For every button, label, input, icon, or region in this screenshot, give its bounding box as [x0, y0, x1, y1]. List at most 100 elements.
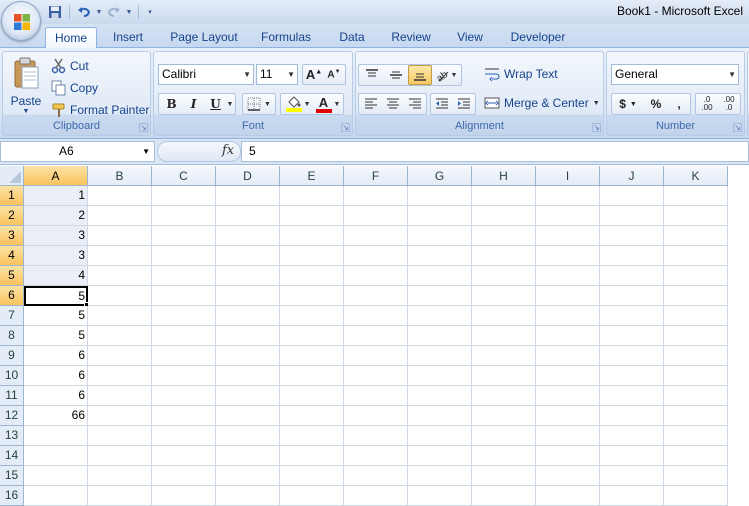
orientation-icon[interactable]: ab ▼: [432, 68, 460, 82]
number-dialog-launcher-icon[interactable]: ↘: [733, 123, 742, 132]
cell-c10[interactable]: [152, 366, 216, 386]
cell-f3[interactable]: [344, 226, 408, 246]
percent-button[interactable]: %: [644, 97, 668, 111]
cell-d11[interactable]: [216, 386, 280, 406]
cell-h6[interactable]: [472, 286, 536, 306]
cell-f12[interactable]: [344, 406, 408, 426]
cell-h4[interactable]: [472, 246, 536, 266]
cell-b3[interactable]: [88, 226, 152, 246]
row-header-7[interactable]: 7: [0, 306, 24, 326]
redo-dropdown-icon[interactable]: ▼: [125, 3, 133, 21]
cell-c5[interactable]: [152, 266, 216, 286]
cell-i7[interactable]: [536, 306, 600, 326]
cell-g13[interactable]: [408, 426, 472, 446]
cell-h11[interactable]: [472, 386, 536, 406]
cell-k3[interactable]: [664, 226, 728, 246]
align-top-icon[interactable]: [360, 68, 384, 82]
underline-button[interactable]: U: [205, 97, 227, 111]
wrap-text-button[interactable]: Wrap Text: [484, 66, 558, 82]
row-header-16[interactable]: 16: [0, 486, 24, 506]
cell-i5[interactable]: [536, 266, 600, 286]
cell-e5[interactable]: [280, 266, 344, 286]
italic-button[interactable]: I: [183, 97, 205, 111]
cell-k16[interactable]: [664, 486, 728, 506]
cell-b13[interactable]: [88, 426, 152, 446]
cell-i12[interactable]: [536, 406, 600, 426]
cell-f10[interactable]: [344, 366, 408, 386]
tab-home[interactable]: Home: [45, 27, 97, 48]
cell-k1[interactable]: [664, 186, 728, 206]
column-header-c[interactable]: C: [152, 166, 216, 186]
cell-a15[interactable]: [24, 466, 88, 486]
column-header-f[interactable]: F: [344, 166, 408, 186]
cell-k7[interactable]: [664, 306, 728, 326]
row-header-15[interactable]: 15: [0, 466, 24, 486]
undo-icon[interactable]: [75, 3, 93, 21]
cell-d5[interactable]: [216, 266, 280, 286]
cell-e2[interactable]: [280, 206, 344, 226]
font-name-combo[interactable]: Calibri ▼: [158, 64, 254, 85]
cell-d10[interactable]: [216, 366, 280, 386]
number-format-combo[interactable]: General ▼: [611, 64, 739, 85]
cell-b9[interactable]: [88, 346, 152, 366]
chevron-down-icon[interactable]: ▼: [304, 101, 311, 108]
cell-d1[interactable]: [216, 186, 280, 206]
cell-j12[interactable]: [600, 406, 664, 426]
cell-i3[interactable]: [536, 226, 600, 246]
column-header-b[interactable]: B: [88, 166, 152, 186]
cell-b11[interactable]: [88, 386, 152, 406]
cell-f11[interactable]: [344, 386, 408, 406]
cell-a4[interactable]: 3: [24, 246, 88, 266]
cell-h13[interactable]: [472, 426, 536, 446]
cell-f5[interactable]: [344, 266, 408, 286]
insert-function-icon[interactable]: fx: [222, 143, 234, 158]
cell-k10[interactable]: [664, 366, 728, 386]
cell-b8[interactable]: [88, 326, 152, 346]
tab-insert[interactable]: Insert: [106, 27, 150, 48]
bold-button[interactable]: B: [161, 97, 183, 111]
office-button[interactable]: [1, 1, 41, 41]
align-right-icon[interactable]: [404, 97, 426, 111]
cell-a12[interactable]: 66: [24, 406, 88, 426]
row-header-13[interactable]: 13: [0, 426, 24, 446]
cell-a14[interactable]: [24, 446, 88, 466]
cell-i10[interactable]: [536, 366, 600, 386]
cell-d8[interactable]: [216, 326, 280, 346]
cell-d2[interactable]: [216, 206, 280, 226]
column-header-h[interactable]: H: [472, 166, 536, 186]
cell-f15[interactable]: [344, 466, 408, 486]
cell-e11[interactable]: [280, 386, 344, 406]
column-header-e[interactable]: E: [280, 166, 344, 186]
customize-qat-icon[interactable]: ▾: [144, 3, 156, 21]
cell-e8[interactable]: [280, 326, 344, 346]
cell-f9[interactable]: [344, 346, 408, 366]
name-box[interactable]: A6 ▼: [0, 141, 155, 162]
cut-button[interactable]: Cut: [51, 58, 89, 74]
cell-h15[interactable]: [472, 466, 536, 486]
cell-j14[interactable]: [600, 446, 664, 466]
tab-data[interactable]: Data: [333, 27, 371, 48]
cell-f1[interactable]: [344, 186, 408, 206]
cell-h7[interactable]: [472, 306, 536, 326]
cell-b6[interactable]: [88, 286, 152, 306]
cell-f8[interactable]: [344, 326, 408, 346]
cell-g1[interactable]: [408, 186, 472, 206]
cell-a1[interactable]: 1: [24, 186, 88, 206]
cell-b14[interactable]: [88, 446, 152, 466]
cell-d16[interactable]: [216, 486, 280, 506]
cell-k6[interactable]: [664, 286, 728, 306]
increase-indent-icon[interactable]: [453, 97, 475, 111]
cell-c7[interactable]: [152, 306, 216, 326]
cell-h10[interactable]: [472, 366, 536, 386]
formula-input[interactable]: 5: [241, 141, 749, 162]
cell-h9[interactable]: [472, 346, 536, 366]
cell-g11[interactable]: [408, 386, 472, 406]
cell-a2[interactable]: 2: [24, 206, 88, 226]
cell-g15[interactable]: [408, 466, 472, 486]
cell-h3[interactable]: [472, 226, 536, 246]
font-color-button[interactable]: A: [314, 96, 334, 113]
cell-g7[interactable]: [408, 306, 472, 326]
cell-d4[interactable]: [216, 246, 280, 266]
cell-e16[interactable]: [280, 486, 344, 506]
cell-j4[interactable]: [600, 246, 664, 266]
